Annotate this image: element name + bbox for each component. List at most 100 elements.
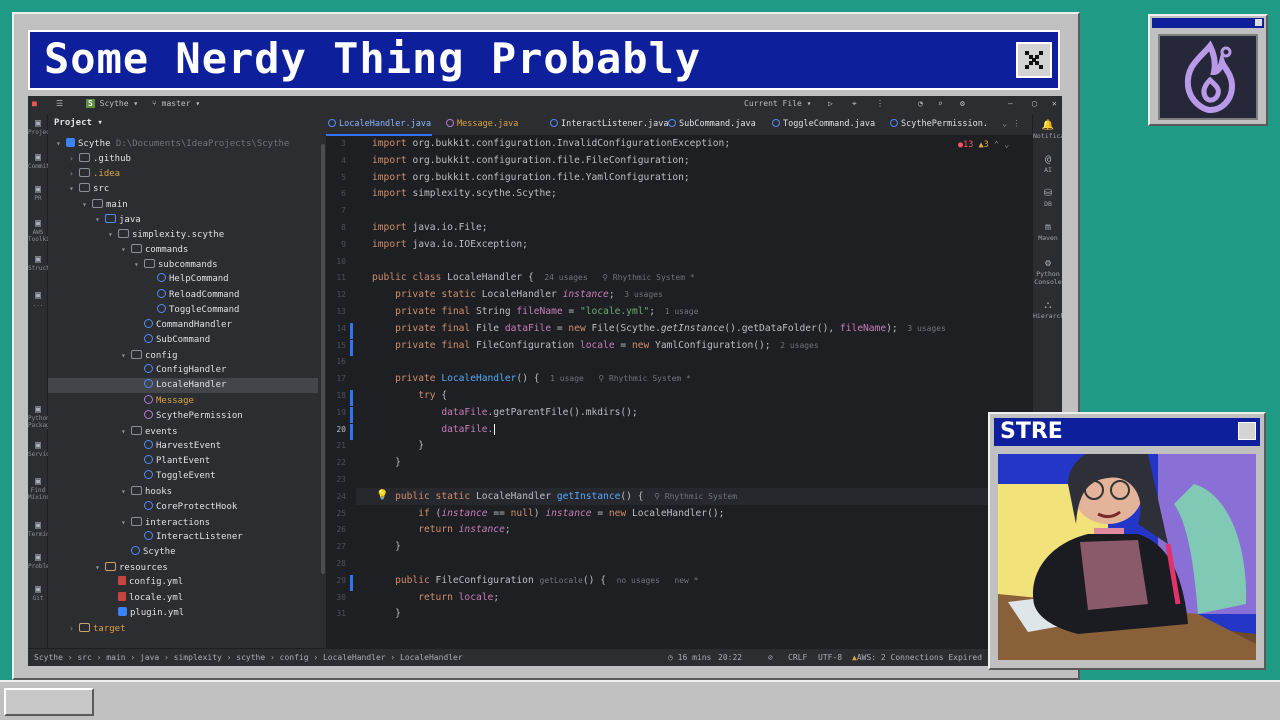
tree-item[interactable]: locale.yml (48, 591, 318, 606)
editor-tab[interactable]: InteractListener.java (550, 119, 668, 129)
tree-item[interactable]: ▾ commands (48, 242, 318, 257)
run-config-selector[interactable]: Current File ▾ (744, 99, 811, 108)
services-icon[interactable]: ▣Services (28, 440, 48, 458)
chevron-icon[interactable]: ▾ (121, 484, 131, 499)
vcs-change-marker[interactable] (350, 406, 353, 423)
editor-tab[interactable]: SubCommand.java (668, 119, 756, 129)
chevron-icon[interactable]: › (69, 621, 79, 636)
tab-overflow-icon[interactable]: ⌄ ⋮ (1002, 119, 1021, 129)
status-position[interactable]: 20:22 (718, 653, 742, 662)
debug-icon[interactable]: ⌖ (852, 99, 857, 109)
chevron-icon[interactable]: ▾ (121, 424, 131, 439)
vcs-change-marker[interactable] (350, 574, 353, 591)
editor-tab[interactable]: ToggleCommand.java (772, 119, 875, 129)
tree-item[interactable]: LocaleHandler (48, 378, 318, 394)
settings-icon[interactable]: ⚙ (960, 99, 965, 108)
status-time-ago[interactable]: ◷ 16 mins (668, 653, 711, 662)
editor-tab[interactable]: LocaleHandler.java (328, 119, 431, 129)
ai-icon[interactable]: @ AI (1033, 154, 1062, 174)
problems-icon[interactable]: ▣Problems (28, 552, 48, 570)
maven-icon[interactable]: m Maven (1033, 222, 1062, 242)
tree-item[interactable]: ToggleCommand (48, 303, 318, 318)
editor-tab[interactable]: ScythePermission. (890, 119, 988, 129)
avatar-close-icon[interactable] (1255, 19, 1262, 26)
chevron-icon[interactable]: ▾ (134, 257, 144, 272)
chevron-icon[interactable]: ▾ (121, 515, 131, 530)
tree-item[interactable]: ▾ java (48, 212, 318, 227)
streamer-close-icon[interactable] (1238, 422, 1256, 440)
chevron-icon[interactable]: ▾ (69, 181, 79, 196)
tree-item[interactable]: › .idea (48, 166, 318, 181)
tree-item[interactable]: config.yml (48, 575, 318, 590)
chevron-icon[interactable]: ▾ (95, 560, 105, 575)
chevron-icon[interactable]: ▾ (121, 242, 131, 257)
code-editor[interactable]: ●13 ▲3 ⌃ ⌄ 💡 3 import org.bukkit.configur… (326, 136, 1032, 648)
pull-request-icon[interactable]: ▣ PR (28, 184, 48, 202)
vcs-change-marker[interactable] (350, 390, 353, 406)
window-title-bar[interactable]: Some Nerdy Thing Probably (28, 30, 1060, 90)
tree-item[interactable]: ScythePermission (48, 409, 318, 424)
inspection-widget[interactable]: ●13 ▲3 ⌃ ⌄ (958, 140, 1009, 150)
status-aws[interactable]: ▲AWS: 2 Connections Expired (852, 653, 982, 662)
status-breadcrumb[interactable]: Scythe › src › main › java › simplexity … (34, 653, 463, 662)
tree-item[interactable]: ▾ events (48, 424, 318, 439)
tree-item[interactable]: ReloadCommand (48, 288, 318, 303)
tree-item[interactable]: ▾ hooks (48, 484, 318, 499)
aws-icon[interactable]: ▣AWS Toolkit (28, 218, 48, 243)
git-icon[interactable]: ▣ Git (28, 584, 48, 602)
tree-item[interactable]: ▾ resources (48, 560, 318, 575)
tree-item[interactable]: ▾ subcommands (48, 257, 318, 272)
minimize-icon[interactable]: — (1008, 99, 1013, 108)
db-icon[interactable]: ⛁ DB (1033, 188, 1062, 208)
tree-item[interactable]: plugin.yml (48, 606, 318, 621)
tree-item[interactable]: ▾ interactions (48, 515, 318, 530)
vcs-change-marker[interactable] (350, 423, 353, 440)
maximize-icon[interactable]: ▢ (1032, 99, 1037, 108)
readonly-icon[interactable]: ⊘ (768, 653, 773, 662)
tree-item[interactable]: InteractListener (48, 530, 318, 545)
editor-tab[interactable]: Message.java (446, 119, 518, 129)
chevron-icon[interactable]: ▾ (56, 136, 66, 151)
streamer-title-bar[interactable]: STRE (994, 418, 1260, 446)
commit-icon[interactable]: ▣ Commit (28, 152, 48, 170)
terminal-icon[interactable]: ▣Terminal (28, 520, 48, 538)
tree-item[interactable]: HarvestEvent (48, 439, 318, 454)
python-console-icon[interactable]: ⚙ Python Console (1033, 258, 1062, 286)
search-icon[interactable]: ⌕ (938, 99, 943, 108)
project-scrollbar[interactable] (321, 144, 325, 574)
close-icon[interactable] (1016, 42, 1052, 78)
tree-item[interactable]: Scythe (48, 545, 318, 560)
tree-item[interactable]: ▾ main (48, 197, 318, 212)
branch-selector[interactable]: ⑂ master ▾ (152, 99, 200, 108)
status-line-separator[interactable]: CRLF (788, 653, 807, 662)
vcs-change-marker[interactable] (350, 339, 353, 356)
folder-icon[interactable]: ▣Project (28, 118, 48, 136)
vcs-change-marker[interactable] (350, 322, 353, 339)
tree-item[interactable]: CoreProtectHook (48, 500, 318, 515)
hierarchy-icon[interactable]: ⛬ Hierarch (1033, 300, 1062, 320)
tree-item[interactable]: ToggleEvent (48, 469, 318, 484)
find-icon[interactable]: ▣ Find Mixins (28, 476, 48, 501)
tree-item[interactable]: Message (48, 394, 318, 409)
bell-icon[interactable]: 🔔 Notifica (1033, 120, 1062, 140)
more-actions-icon[interactable]: ⋮ (876, 99, 884, 108)
tree-item[interactable]: ▾ simplexity.scythe (48, 227, 318, 242)
run-icon[interactable]: ▷ (828, 99, 833, 108)
project-panel-title[interactable]: Project ▾ (54, 118, 103, 128)
tree-item[interactable]: SubCommand (48, 333, 318, 348)
tree-item[interactable]: ▾ Scythe D:\Documents\IdeaProjects\Scythe (48, 136, 318, 151)
python-packages-icon[interactable]: ▣Python Packages (28, 404, 48, 429)
status-encoding[interactable]: UTF-8 (818, 653, 842, 662)
tree-item[interactable]: › .github (48, 151, 318, 166)
tree-item[interactable]: HelpCommand (48, 272, 318, 287)
chevron-icon[interactable]: ▾ (82, 197, 92, 212)
tree-item[interactable]: ▾ config (48, 348, 318, 363)
ide-close-icon[interactable]: ✕ (1052, 99, 1057, 108)
chevron-icon[interactable]: ▾ (108, 227, 118, 242)
project-selector[interactable]: S Scythe ▾ (86, 99, 138, 108)
more-icon[interactable]: ▣... (28, 290, 48, 308)
tree-item[interactable]: CommandHandler (48, 318, 318, 333)
structure-icon[interactable]: ▣Structure (28, 254, 48, 272)
main-menu-icon[interactable]: ☰ (56, 99, 63, 108)
account-icon[interactable]: ◔ (918, 99, 923, 108)
